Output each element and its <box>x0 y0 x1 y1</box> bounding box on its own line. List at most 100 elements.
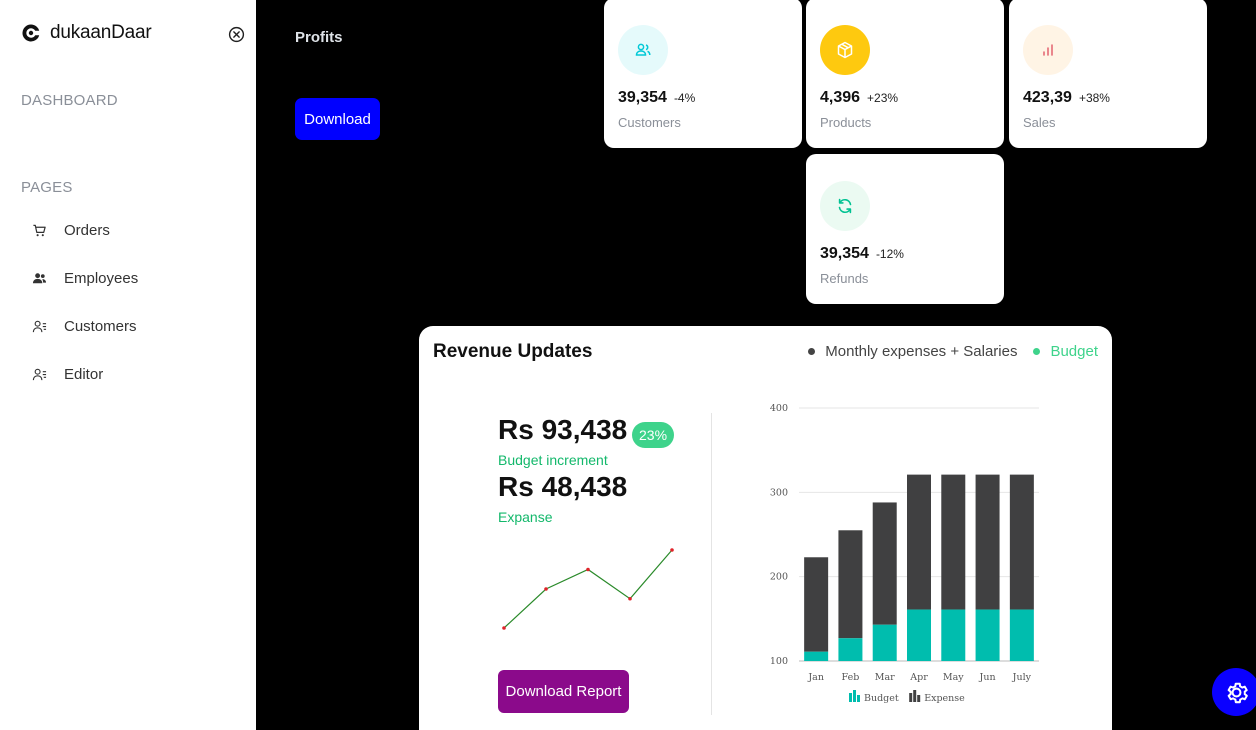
box-icon[interactable] <box>820 25 870 75</box>
bar-budget[interactable] <box>804 651 829 661</box>
legend-dot <box>808 348 816 355</box>
cart-icon <box>33 224 46 237</box>
sparkline-point <box>502 626 506 630</box>
stat-change: +23% <box>867 91 899 105</box>
bar-budget[interactable] <box>941 609 966 661</box>
legend-swatch <box>917 695 921 702</box>
sparkline-point <box>544 587 548 591</box>
gear-icon <box>1227 682 1248 703</box>
stat-value: 4,396 <box>820 89 861 106</box>
x-tick-label: May <box>943 672 964 683</box>
divider <box>711 413 712 715</box>
stat-card-products: 4,396 +23% Products <box>806 0 1004 148</box>
budget-percent-badge: 23% <box>632 422 675 448</box>
download-report-button[interactable]: Download Report <box>498 670 629 713</box>
stat-change: -4% <box>673 91 696 105</box>
stat-value: 39,354 <box>618 89 667 106</box>
stat-change: +38% <box>1078 91 1110 105</box>
x-tick-label: Mar <box>875 672 895 683</box>
users-icon <box>32 273 47 284</box>
stat-change: -12% <box>875 247 904 261</box>
x-tick-label: Jun <box>979 672 996 683</box>
bar-expense[interactable] <box>975 474 1000 610</box>
stat-value: 423,39 <box>1023 89 1072 106</box>
sidebar-item-label: Orders <box>64 222 110 239</box>
sidebar-item-customers[interactable]: Customers <box>32 318 137 335</box>
bar-budget[interactable] <box>872 624 897 661</box>
y-tick-label: 100 <box>770 656 788 667</box>
x-tick-label: Feb <box>842 672 860 683</box>
brand-name: dukaanDaar <box>50 22 152 43</box>
legend-item-expenses[interactable]: Monthly expenses + Salaries <box>808 343 1017 360</box>
sidebar-item-label: Employees <box>64 270 139 287</box>
x-tick-label: Jan <box>807 672 824 683</box>
chart-legend-item[interactable]: Expense <box>909 690 965 704</box>
legend-swatch <box>909 693 913 702</box>
y-tick-label: 300 <box>770 487 788 498</box>
y-tick-label: 400 <box>770 403 788 414</box>
revenue-title: Revenue Updates <box>433 341 593 362</box>
stat-label: Refunds <box>820 271 869 286</box>
bar-expense[interactable] <box>1009 474 1034 610</box>
stat-value-row: 39,354 -12% <box>820 245 904 263</box>
bar-chart-icon[interactable] <box>1023 25 1073 75</box>
stat-value-row: 39,354 -4% <box>618 89 695 107</box>
revenue-legend: Monthly expenses + Salaries Budget <box>808 343 1098 360</box>
sidebar: dukaanDaar DASHBOARD PAGES Orders Employ… <box>0 0 256 730</box>
sidebar-item-orders[interactable]: Orders <box>32 222 110 239</box>
bar-budget[interactable] <box>1009 609 1034 661</box>
x-tick-label: July <box>1012 672 1032 683</box>
section-dashboard[interactable]: DASHBOARD <box>21 92 118 109</box>
legend-swatch <box>853 690 856 702</box>
users-icon[interactable] <box>618 25 668 75</box>
users-icon-glyph <box>635 43 651 56</box>
expense-amount: Rs 48,438 <box>498 471 628 502</box>
brand-logo-icon <box>22 24 40 42</box>
stat-label: Products <box>820 115 872 130</box>
x-tick-label: Apr <box>909 672 928 683</box>
bar-expense[interactable] <box>941 474 966 610</box>
budget-amount: Rs 93,438 <box>498 414 628 445</box>
revenue-bar-chart: 100 200 300 400 Jan Feb Mar Apr May Jun July Budget… <box>770 403 1039 704</box>
sidebar-item-employees[interactable]: Employees <box>32 270 138 287</box>
section-pages: PAGES <box>21 179 73 196</box>
download-button[interactable]: Download <box>295 98 380 140</box>
stat-card-sales: 423,39 +38% Sales <box>1009 0 1207 148</box>
brand[interactable]: dukaanDaar <box>21 22 152 44</box>
legend-label: Monthly expenses + Salaries <box>825 343 1018 360</box>
stat-value: 39,354 <box>820 245 869 262</box>
stat-card-refunds: 39,354 -12% Refunds <box>806 154 1004 304</box>
sparkline-chart <box>502 548 674 630</box>
stat-card-customers: 39,354 -4% Customers <box>604 0 802 148</box>
refresh-icon[interactable] <box>820 181 870 231</box>
bar-chart-icon-glyph <box>1043 44 1053 56</box>
page-title: Profits <box>295 29 343 46</box>
bar-expense[interactable] <box>838 530 863 639</box>
bar-expense[interactable] <box>907 474 931 610</box>
settings-button[interactable] <box>1212 668 1256 716</box>
bar-expense[interactable] <box>872 502 897 625</box>
budget-label: Budget increment <box>498 452 608 468</box>
bar-budget[interactable] <box>975 609 1000 661</box>
legend-swatch <box>849 693 852 702</box>
legend-dot <box>1033 348 1041 355</box>
legend-label: Expense <box>924 693 965 704</box>
chart-legend-item[interactable]: Budget <box>849 690 899 704</box>
revenue-updates-card: Revenue Updates Monthly expenses + Salar… <box>419 326 1112 730</box>
bar-expense[interactable] <box>804 557 829 652</box>
legend-swatch <box>857 695 860 702</box>
sparkline-point <box>670 548 674 552</box>
y-tick-label: 200 <box>770 572 788 583</box>
legend-item-budget[interactable]: Budget <box>1033 343 1098 360</box>
stat-value-row: 423,39 +38% <box>1023 89 1110 107</box>
sparkline-point <box>586 567 590 572</box>
legend-swatch <box>913 690 917 702</box>
box-icon-glyph <box>837 41 853 59</box>
close-icon[interactable] <box>228 26 245 43</box>
user-list-icon <box>32 368 47 381</box>
bar-budget[interactable] <box>907 609 931 661</box>
sidebar-item-label: Customers <box>64 318 137 335</box>
sidebar-item-label: Editor <box>64 366 104 383</box>
sidebar-item-editor[interactable]: Editor <box>32 366 103 383</box>
bar-budget[interactable] <box>838 638 863 661</box>
